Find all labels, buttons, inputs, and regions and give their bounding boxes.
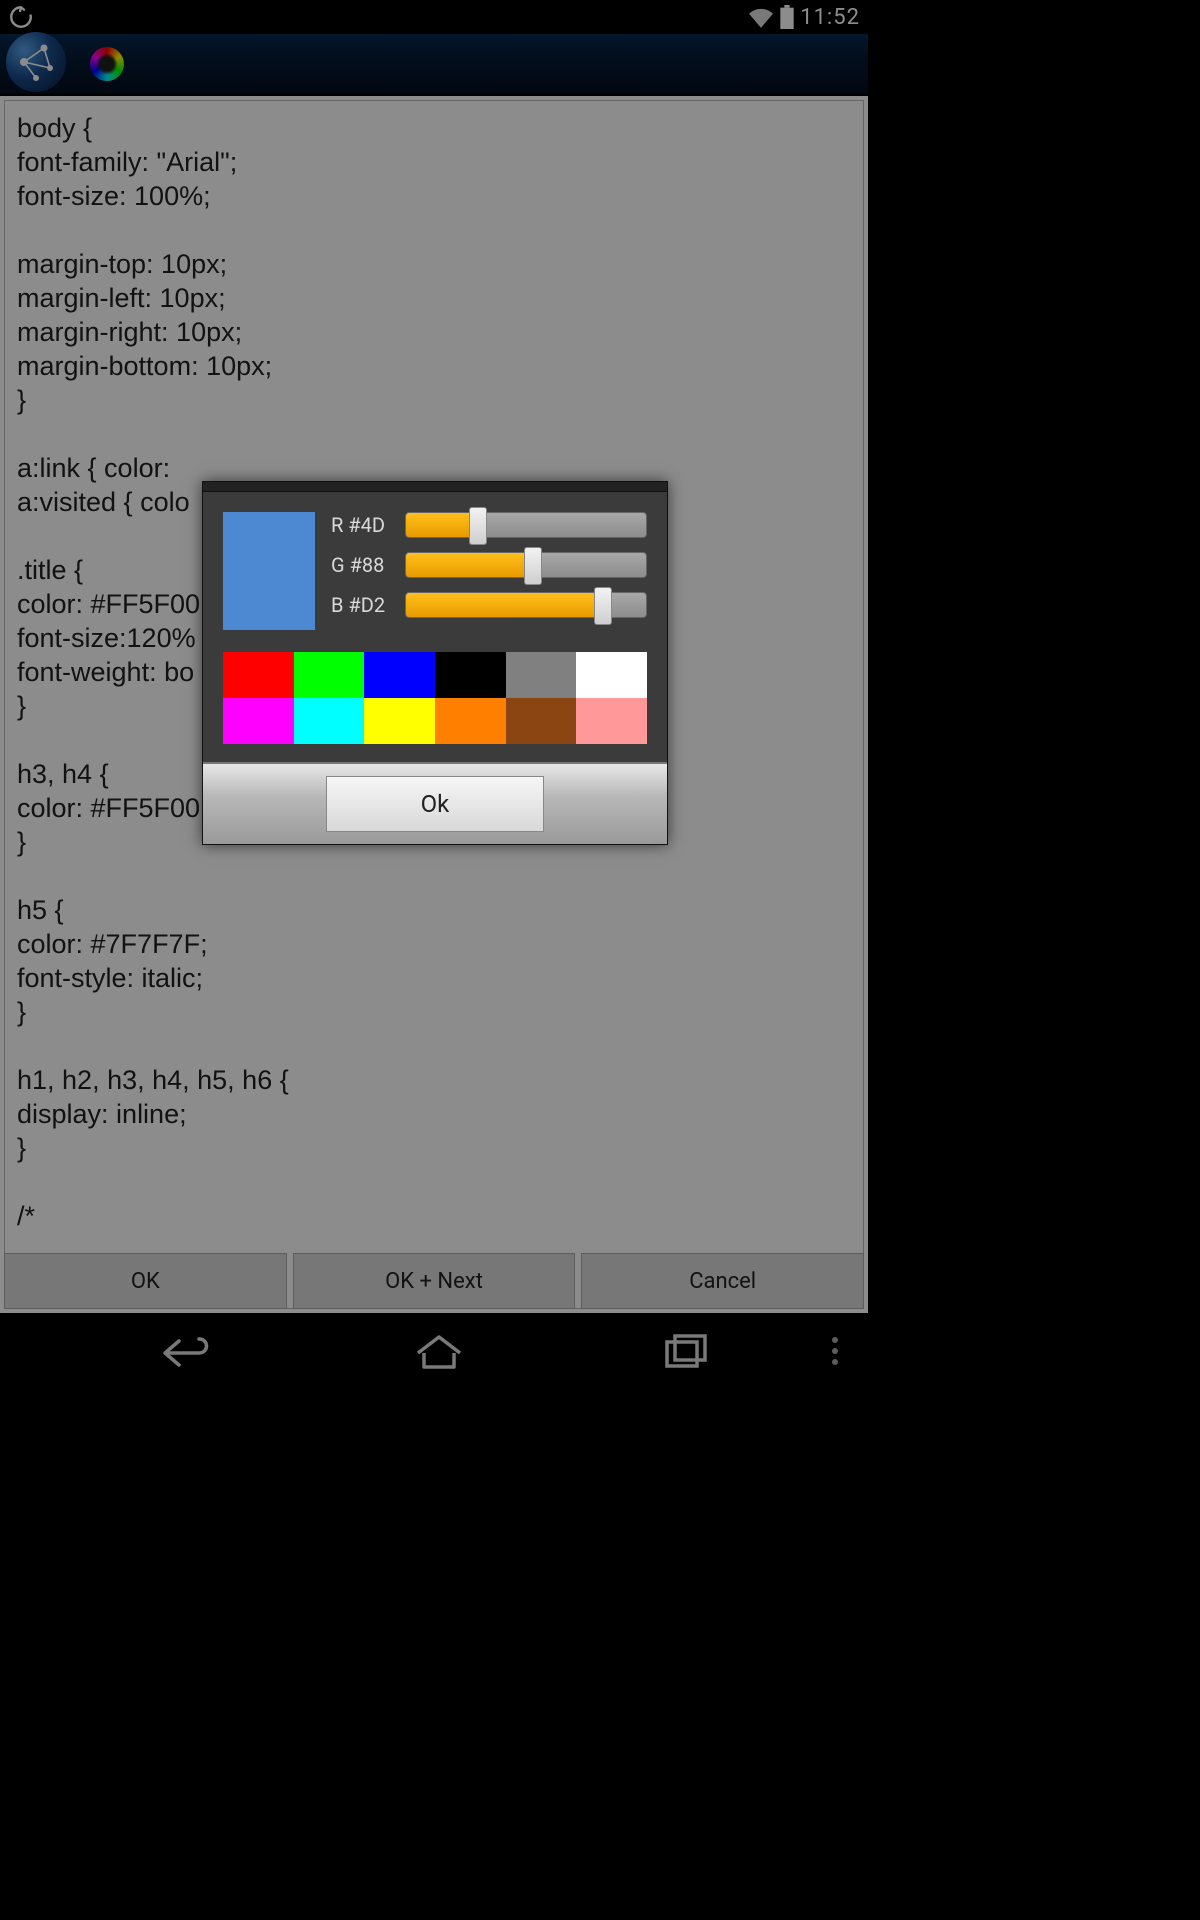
swatch-cyan[interactable] xyxy=(294,698,365,744)
color-preview xyxy=(223,512,315,630)
dialog-ok-button[interactable]: Ok xyxy=(326,776,544,832)
swatch-yellow[interactable] xyxy=(364,698,435,744)
dialog-ok-label: Ok xyxy=(421,790,450,818)
dialog-footer: Ok xyxy=(203,762,667,844)
blue-slider-label: B #D2 xyxy=(331,593,393,617)
red-slider[interactable] xyxy=(405,512,647,538)
color-swatch-grid xyxy=(223,652,647,744)
swatch-red[interactable] xyxy=(223,652,294,698)
green-slider-thumb[interactable] xyxy=(524,547,542,585)
color-picker-dialog: R #4D G #88 B #D2 xyxy=(202,481,668,845)
blue-slider[interactable] xyxy=(405,592,647,618)
swatch-pink[interactable] xyxy=(576,698,647,744)
swatch-blue[interactable] xyxy=(364,652,435,698)
swatch-green[interactable] xyxy=(294,652,365,698)
swatch-black[interactable] xyxy=(435,652,506,698)
red-slider-thumb[interactable] xyxy=(469,507,487,545)
swatch-brown[interactable] xyxy=(506,698,577,744)
red-slider-label: R #4D xyxy=(331,513,393,537)
swatch-gray[interactable] xyxy=(506,652,577,698)
swatch-orange[interactable] xyxy=(435,698,506,744)
swatch-magenta[interactable] xyxy=(223,698,294,744)
green-slider-label: G #88 xyxy=(331,553,393,577)
swatch-white[interactable] xyxy=(576,652,647,698)
dialog-title-bar xyxy=(203,482,667,492)
green-slider[interactable] xyxy=(405,552,647,578)
blue-slider-thumb[interactable] xyxy=(594,587,612,625)
